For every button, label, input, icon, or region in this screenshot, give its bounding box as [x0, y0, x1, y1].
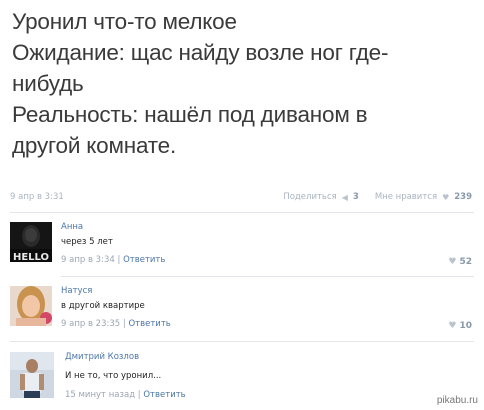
- post-line: Ожидание: щас найду возле ног где-: [12, 40, 389, 65]
- divider: [10, 212, 474, 213]
- heart-icon: ♥: [442, 192, 450, 202]
- comment-likes[interactable]: ♥ 10: [448, 321, 472, 331]
- share-count: 3: [352, 192, 359, 202]
- divider: [61, 276, 474, 277]
- comment-date[interactable]: 9 апр в 3:34: [61, 255, 115, 265]
- heart-icon: ♥: [448, 321, 457, 331]
- post-date[interactable]: 9 апр в 3:31: [10, 192, 64, 202]
- comment-likes[interactable]: ♥ 52: [448, 257, 472, 267]
- post-line: Реальность: нашёл под диваном в: [12, 102, 368, 127]
- comment-author[interactable]: Анна: [61, 222, 83, 232]
- watermark: pikabu.ru: [434, 395, 480, 406]
- reply-button[interactable]: Ответить: [128, 319, 170, 329]
- svg-text:HELLO: HELLO: [13, 252, 49, 262]
- comment-date[interactable]: 9 апр в 23:35: [61, 319, 120, 329]
- comment-author[interactable]: Дмитрий Козлов: [65, 352, 139, 362]
- comment-text: через 5 лет: [61, 237, 113, 247]
- avatar[interactable]: [10, 352, 54, 398]
- comment-meta: 15 минут назад | Ответить: [65, 390, 186, 400]
- like-count: 239: [454, 192, 472, 202]
- share-button[interactable]: Поделиться: [283, 192, 336, 202]
- reply-button[interactable]: Ответить: [123, 255, 165, 265]
- heart-icon: ♥: [448, 257, 457, 267]
- avatar[interactable]: HELLO: [10, 222, 52, 262]
- like-count: 10: [459, 321, 472, 331]
- avatar[interactable]: [10, 286, 52, 326]
- comment-meta: 9 апр в 23:35 | Ответить: [61, 319, 171, 329]
- share-icon: ◀: [341, 192, 348, 202]
- comment-text: И не то, что уронил...: [65, 371, 162, 381]
- like-count: 52: [459, 257, 472, 267]
- post-text: Уронил что-то мелкое Ожидание: щас найду…: [12, 6, 478, 161]
- divider: [10, 341, 474, 342]
- post-line: другой комнате.: [12, 133, 177, 158]
- like-button[interactable]: Мне нравится: [375, 192, 437, 202]
- comment-author[interactable]: Натуся: [61, 286, 92, 296]
- post-line: нибудь: [12, 71, 84, 96]
- post-line: Уронил что-то мелкое: [12, 9, 237, 34]
- comment-text: в другой квартире: [61, 301, 145, 311]
- post-meta: 9 апр в 3:31 Поделиться ◀ 3 Мне нравится…: [10, 192, 472, 206]
- comment-date[interactable]: 15 минут назад: [65, 390, 135, 400]
- comment-meta: 9 апр в 3:34 | Ответить: [61, 255, 166, 265]
- reply-button[interactable]: Ответить: [143, 390, 185, 400]
